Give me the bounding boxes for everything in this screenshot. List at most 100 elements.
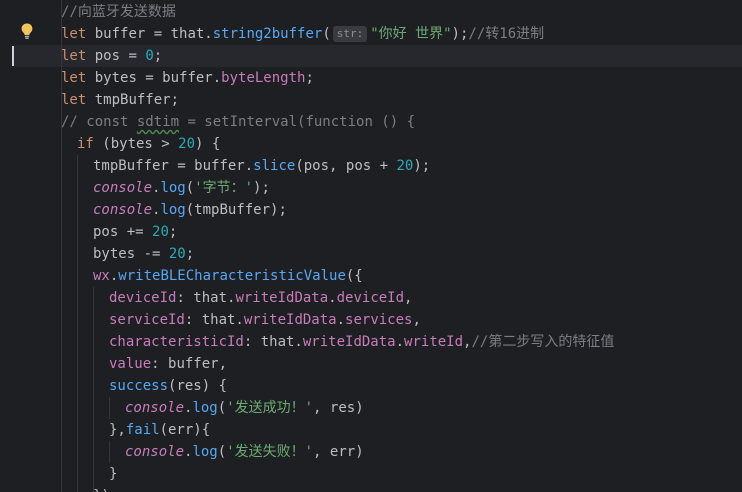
code-line[interactable]: },fail(err){ xyxy=(109,419,210,441)
code-token: deviceId xyxy=(336,290,405,306)
code-token: writeId xyxy=(404,334,464,350)
code-token: ) { xyxy=(195,136,221,152)
code-token: writeIdData xyxy=(302,334,396,350)
code-line[interactable]: let tmpBuffer; xyxy=(61,89,179,111)
code-token: fail xyxy=(125,422,160,438)
code-token: services xyxy=(345,312,413,328)
code-token: let xyxy=(61,48,87,64)
code-token: (res) { xyxy=(168,378,228,394)
code-line[interactable]: if (bytes > 20) { xyxy=(77,133,220,155)
code-token: log xyxy=(160,202,186,218)
code-token: //转16进制 xyxy=(468,26,545,42)
code-line[interactable]: tmpBuffer = buffer.slice(pos, pos + 20); xyxy=(93,155,430,177)
code-line[interactable]: let buffer = that.string2buffer(str: "你好 … xyxy=(61,23,544,45)
code-token: console xyxy=(93,202,153,218)
editor-gutter xyxy=(0,0,12,492)
code-token: ; xyxy=(185,246,195,262)
code-token: success xyxy=(109,378,169,394)
code-line[interactable]: characteristicId: that.writeIdData.write… xyxy=(109,331,614,353)
code-token: 20 xyxy=(396,158,414,174)
code-token: bytes -= xyxy=(93,246,169,262)
code-token: ; xyxy=(305,70,314,86)
code-token: wx xyxy=(93,268,110,284)
indent-guide xyxy=(77,155,78,492)
code-line[interactable]: success(res) { xyxy=(109,375,227,397)
code-token: console xyxy=(125,444,185,460)
code-line[interactable]: console.log('发送成功！', res) xyxy=(125,397,364,419)
code-token: , err) xyxy=(313,444,364,460)
code-token: }); xyxy=(93,488,118,492)
code-token: ( xyxy=(217,444,227,460)
code-line[interactable]: // const sdtim = setInterval(function ()… xyxy=(61,111,415,133)
code-line[interactable]: serviceId: that.writeIdData.services, xyxy=(109,309,421,331)
code-token: (err){ xyxy=(159,422,211,438)
code-token: ( xyxy=(322,26,331,42)
code-token: let xyxy=(61,70,87,86)
code-line[interactable]: let pos = 0; xyxy=(61,45,162,67)
code-line[interactable]: //向蓝牙发送数据 xyxy=(61,1,176,23)
code-token: : that. xyxy=(184,312,244,328)
indent-guide xyxy=(109,441,110,463)
code-token: ); xyxy=(253,180,270,196)
code-token: 0 xyxy=(145,48,154,64)
code-token: log xyxy=(192,444,218,460)
code-token: } xyxy=(109,466,118,482)
code-line[interactable]: deviceId: that.writeIdData.deviceId, xyxy=(109,287,412,309)
code-token: ( xyxy=(217,400,227,416)
code-token: }, xyxy=(109,422,126,438)
caret-marker xyxy=(12,46,14,66)
code-line[interactable]: pos += 20; xyxy=(93,221,177,243)
code-line[interactable]: bytes -= 20; xyxy=(93,243,194,265)
code-token: 20 xyxy=(168,246,186,262)
code-token: console xyxy=(125,400,185,416)
code-token: pos += xyxy=(93,224,153,240)
code-token: (bytes > xyxy=(93,136,179,152)
code-token: (pos, pos + xyxy=(295,158,397,174)
code-token: buffer = that. xyxy=(86,26,213,42)
code-line[interactable]: console.log('字节：'); xyxy=(93,177,270,199)
code-token: ; xyxy=(153,48,163,64)
code-token: writeIdData xyxy=(235,290,329,306)
code-token: byteLength xyxy=(221,70,306,86)
code-token: ; xyxy=(168,224,178,240)
parameter-hint: str: xyxy=(332,26,368,42)
code-line[interactable]: console.log('发送失败！', err) xyxy=(125,441,364,463)
code-token: . xyxy=(395,334,405,350)
code-line[interactable]: let bytes = buffer.byteLength; xyxy=(61,67,314,89)
code-token: : that. xyxy=(176,290,236,306)
code-token: sdtim xyxy=(136,114,180,130)
code-line[interactable]: console.log(tmpBuffer); xyxy=(93,199,287,221)
code-line[interactable]: }); xyxy=(93,485,118,492)
code-token: "你好 世界" xyxy=(370,26,452,42)
code-token: //向蓝牙发送数据 xyxy=(61,4,176,20)
code-token: log xyxy=(160,180,186,196)
code-token: '发送成功！' xyxy=(226,400,314,416)
code-token: log xyxy=(192,400,218,416)
code-token: 20 xyxy=(178,136,196,152)
code-line[interactable]: wx.writeBLECharacteristicValue({ xyxy=(93,265,363,287)
code-token: : that. xyxy=(243,334,303,350)
code-token: writeBLECharacteristicValue xyxy=(118,268,346,284)
code-line[interactable]: value: buffer, xyxy=(109,353,227,375)
code-token: , xyxy=(404,290,413,306)
code-token: tmpBuffer = buffer. xyxy=(93,158,254,174)
code-token: ); xyxy=(413,158,431,174)
code-token: ( xyxy=(185,180,195,196)
code-token: // const xyxy=(61,114,137,130)
code-token: tmpBuffer; xyxy=(86,92,180,108)
indent-guide xyxy=(109,397,110,419)
code-token: (tmpBuffer); xyxy=(185,202,287,218)
code-token: characteristicId xyxy=(109,334,244,350)
lightbulb-icon[interactable] xyxy=(19,22,35,40)
code-token: pos = xyxy=(86,48,146,64)
code-token: : buffer, xyxy=(151,356,228,372)
code-token: . xyxy=(336,312,346,328)
code-token: 20 xyxy=(152,224,169,240)
code-editor[interactable]: //向蓝牙发送数据 let buffer = that.string2buffer… xyxy=(0,0,742,492)
code-token: '字节：' xyxy=(194,180,254,196)
code-token: , res) xyxy=(313,400,364,416)
code-line[interactable]: } xyxy=(109,463,117,485)
code-token: console xyxy=(93,180,153,196)
code-token: deviceId xyxy=(109,290,177,306)
code-token: = setInterval(function () { xyxy=(179,114,416,130)
